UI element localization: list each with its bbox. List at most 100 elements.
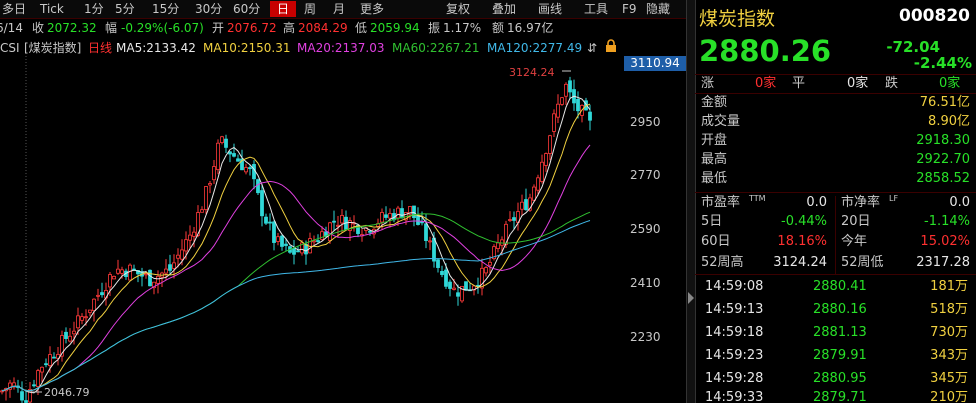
candle-body [556,103,560,118]
tab-multi-day[interactable]: 多日 [2,1,26,17]
overlay-button[interactable]: 叠加 [492,1,516,17]
candle-body [536,177,540,191]
down-label: 跌 [885,76,899,91]
candle-body [224,138,228,148]
lock-icon[interactable] [604,39,618,57]
ratio-label-sup: LF [889,194,899,203]
candlestick-chart[interactable]: 3124.24 2046.79 [0,56,624,403]
ratio-value: 15.02% [920,234,970,249]
stat-value: 2858.52 [916,171,970,186]
stat-row-volume: 成交量 8.90亿 [695,113,976,131]
low-value: 2059.94 [370,21,420,35]
tab-30min[interactable]: 30分 [195,1,222,17]
candle-body [444,269,448,287]
ratio-label: 60日 [701,234,731,249]
candle-body [244,167,248,173]
ratio-label: 20日 [841,214,871,229]
candle-body [112,276,116,280]
tools-button[interactable]: 工具 [584,1,608,17]
candle-body [440,271,444,275]
candle-body [388,213,392,219]
candle-body [456,292,460,297]
stat-row-amount: 金额 76.51亿 [695,94,976,112]
tab-day[interactable]: 日 [270,1,296,17]
tab-month[interactable]: 月 [333,1,345,17]
low-annotation: 2046.79 [44,386,90,399]
breadth-row: 涨 0家 平 0家 跌 0家 [695,75,976,93]
candle-body [484,267,488,274]
tick-time: 14:59:23 [705,348,764,363]
axis-tick-2230: 2230 [630,330,661,344]
candle-body [576,98,580,112]
candle-body [172,262,176,269]
candle-body [520,201,524,210]
ratio-label-sup: TTM [749,194,766,203]
tab-more[interactable]: 更多 [360,1,384,17]
candle-body [40,366,44,373]
flat-label: 平 [792,76,806,91]
stat-row-low: 最低 2858.52 [695,170,976,188]
candle-body [412,205,416,219]
high-value: 2084.29 [298,21,348,35]
candle-body [36,370,40,387]
candle-body [80,316,84,321]
candle-body [92,298,96,312]
close-label: 收 [32,21,45,35]
tick-volume: 730万 [930,325,968,340]
tick-time: 14:59:33 [705,390,764,403]
candle-body [48,354,52,367]
hide-button[interactable]: 隐藏 [646,1,670,17]
settings-icon[interactable]: ⇵ [587,40,597,56]
ratio-value: 2317.28 [916,255,970,270]
tick-volume: 345万 [930,371,968,386]
candle-body [68,335,72,342]
tab-5min[interactable]: 5分 [115,1,135,17]
turnover-label: 额 [492,21,505,35]
candle-body [540,161,544,182]
axis-tick-2590: 2590 [630,222,661,236]
candle-body [208,183,212,186]
tick-price: 2880.16 [813,302,867,317]
candle-body [508,219,512,221]
tick-row: 14:59:33 2879.71 210万 [695,389,976,403]
tick-price: 2880.95 [813,371,867,386]
candle-body [88,309,92,313]
candle-body [496,242,500,249]
expand-arrow-icon[interactable] [688,292,694,304]
candle-body [428,240,432,243]
ma20-label: MA20:2137.03 [297,41,385,55]
tab-15min[interactable]: 15分 [152,1,179,17]
ratio-label: 5日 [701,214,723,229]
candle-body [432,237,436,262]
candle-body [448,281,452,289]
ratio-value: 18.16% [777,234,827,249]
turnover-value: 16.97亿 [507,21,554,35]
tab-tick[interactable]: Tick [40,1,64,17]
stat-value: 2922.70 [916,152,970,167]
candle-body [564,83,568,97]
tick-time: 14:59:13 [705,302,764,317]
tick-row: 14:59:18 2881.13 730万 [695,324,976,342]
tick-volume: 181万 [930,279,968,294]
candle-body [100,292,104,296]
tab-1min[interactable]: 1分 [84,1,104,17]
candle-body [28,388,32,403]
candle-body [264,216,268,224]
index-name: [煤炭指数] [24,41,82,55]
high-annotation: 3124.24 [509,66,555,79]
f9-button[interactable]: F9 [622,1,637,17]
tab-60min[interactable]: 60分 [233,1,260,17]
tab-week[interactable]: 周 [304,1,316,17]
candle-body [524,199,528,211]
draw-button[interactable]: 画线 [538,1,562,17]
candle-body [192,231,196,237]
candle-body [32,384,36,387]
candle-body [232,153,236,157]
tick-volume: 343万 [930,348,968,363]
index-prefix: CSI [0,41,20,55]
candle-body [128,264,132,281]
candle-body [512,217,516,221]
tick-row: 14:59:28 2880.95 345万 [695,370,976,388]
adjust-button[interactable]: 复权 [446,1,470,17]
candle-body [464,281,468,291]
